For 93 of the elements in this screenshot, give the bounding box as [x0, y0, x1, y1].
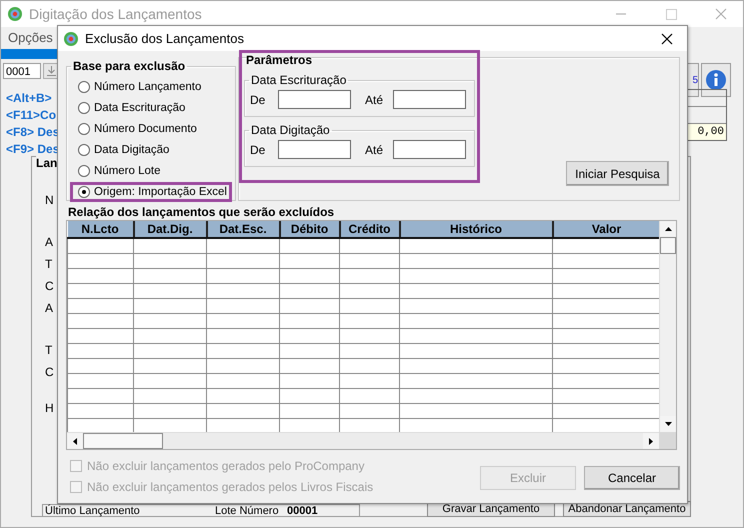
radio-option[interactable]: Data Escrituração: [70, 98, 232, 118]
field-label: N: [45, 193, 54, 209]
menu-item[interactable]: Opções: [8, 30, 53, 44]
app-icon: [7, 6, 23, 22]
table-cell: [280, 374, 340, 388]
table-cell: [280, 344, 340, 358]
window-title: Digitação dos Lançamentos: [29, 6, 203, 22]
field-label: H: [45, 401, 54, 417]
group-title: Base para exclusão: [72, 59, 186, 73]
table-cell: [68, 314, 134, 328]
radio-option[interactable]: Número Lote: [70, 161, 232, 181]
search-button[interactable]: Iniciar Pesquisa: [566, 161, 669, 186]
table-cell: [280, 268, 340, 284]
dialog-button[interactable]: Cancelar: [584, 466, 680, 490]
table-cell: [280, 254, 340, 268]
column-header[interactable]: Débito: [280, 221, 340, 238]
table-cell: [340, 314, 400, 328]
table-cell: [280, 238, 340, 254]
group-title: Parâmetros: [245, 53, 314, 67]
date-field[interactable]: [278, 140, 351, 159]
vertical-scrollbar[interactable]: [659, 221, 676, 432]
radio-option[interactable]: Número Documento: [70, 119, 232, 139]
arrow-left-icon[interactable]: [73, 438, 77, 444]
table-cell: [280, 388, 340, 404]
table-cell: [280, 298, 340, 314]
table-cell: [280, 328, 340, 344]
lote-value: 00001: [287, 505, 318, 516]
column-header[interactable]: Dat.Esc.: [206, 221, 280, 238]
horizontal-scrollbar[interactable]: [67, 432, 659, 449]
radio-option[interactable]: Origem: Importação Excel: [70, 182, 232, 202]
arrow-right-icon[interactable]: [649, 438, 653, 444]
field-label: T: [45, 343, 54, 359]
field-label: De: [250, 92, 266, 106]
table-cell: [68, 284, 134, 298]
table-cell: [68, 268, 134, 284]
table-cell: [280, 314, 340, 328]
scrollbar-thumb[interactable]: [660, 237, 676, 254]
table-cell: [68, 344, 134, 358]
field-label: A: [45, 235, 54, 251]
group-title: Data Escrituração: [250, 73, 348, 87]
table-cell: [280, 404, 340, 418]
field-label: C: [45, 365, 54, 381]
table-cell: [340, 284, 400, 298]
date-field[interactable]: [393, 90, 466, 109]
panel-title: Lan: [36, 156, 58, 170]
info-icon[interactable]: [705, 69, 727, 91]
arrow-up-icon[interactable]: [664, 227, 672, 231]
table-cell: [340, 298, 400, 314]
table-cell: [340, 328, 400, 344]
column-header[interactable]: Crédito: [340, 221, 400, 238]
table-cell: [340, 374, 400, 388]
table-cell: [68, 328, 134, 344]
column-header[interactable]: Dat.Dig.: [134, 221, 206, 238]
table-cell: [340, 344, 400, 358]
table-cell: [340, 268, 400, 284]
field-label: C: [45, 279, 54, 295]
close-icon[interactable]: [661, 32, 673, 44]
table-cell: [68, 358, 134, 374]
table-cell: [340, 254, 400, 268]
table-cell: [68, 388, 134, 404]
field-label: T: [45, 257, 54, 273]
field-label: Até: [364, 92, 384, 106]
arrow-down-icon[interactable]: [664, 422, 672, 426]
radio-option[interactable]: Número Lançamento: [70, 77, 232, 97]
field-label: Até: [364, 142, 384, 156]
table-cell: [280, 358, 340, 374]
table-cell: [340, 388, 400, 404]
lote-label: Lote Número: [215, 505, 280, 516]
scrollbar-corner: [659, 432, 676, 449]
scrollbar-thumb[interactable]: [83, 433, 163, 449]
table-cell: [340, 358, 400, 374]
field-label: De: [250, 142, 266, 156]
dialog-title: Exclusão dos Lançamentos: [85, 31, 245, 46]
column-header[interactable]: Histórico: [400, 221, 552, 238]
table-cell: [68, 404, 134, 418]
table-cell: [340, 404, 400, 418]
table-cell: [340, 238, 400, 254]
field-label: A: [45, 301, 54, 317]
column-header[interactable]: Valor: [552, 221, 659, 238]
column-header[interactable]: N.Lcto: [68, 221, 134, 238]
table-cell: [68, 254, 134, 268]
date-field[interactable]: [278, 90, 351, 109]
table-cell: [68, 374, 134, 388]
table-cell: [68, 298, 134, 314]
list-title: Relação dos lançamentos que serão excluídos: [68, 205, 336, 219]
table-cell: [68, 238, 134, 254]
record-field[interactable]: 0001: [3, 63, 41, 79]
status-label: Último Lançamento: [45, 505, 141, 516]
group-title: Data Digitação: [250, 123, 331, 137]
table-cell: [280, 284, 340, 298]
radio-option[interactable]: Data Digitação: [70, 140, 232, 160]
date-field[interactable]: [393, 140, 466, 159]
app-icon: [63, 30, 79, 46]
